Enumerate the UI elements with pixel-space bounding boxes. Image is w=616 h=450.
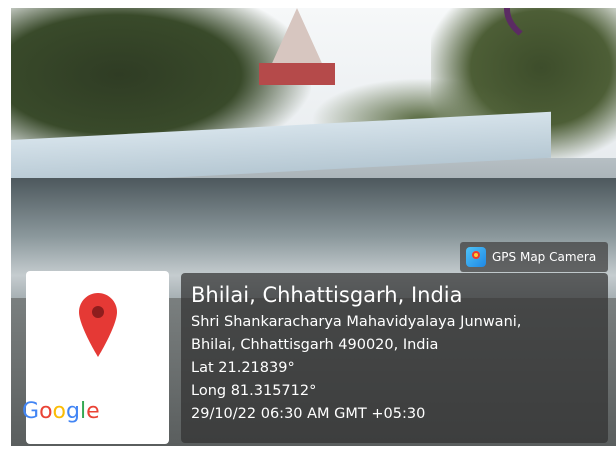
gps-badge-label: GPS Map Camera [492, 250, 597, 264]
timestamp: 29/10/22 06:30 AM GMT +05:30 [191, 406, 426, 422]
google-logo-letter: e [86, 399, 100, 424]
longitude: Long 81.315712° [191, 383, 317, 399]
temple-base [259, 63, 335, 85]
map-pin-icon [79, 293, 117, 357]
google-logo-letter: o [39, 399, 53, 424]
gps-map-camera-icon [466, 247, 486, 267]
google-logo-letter: o [52, 399, 66, 424]
google-logo-letter: G [22, 399, 40, 424]
google-logo-letter: g [66, 399, 80, 424]
latitude: Lat 21.21839° [191, 360, 295, 376]
map-thumbnail: Google [22, 271, 169, 444]
city-title: Bhilai, Chhattisgarh, India [191, 283, 463, 307]
address-line-1: Shri Shankaracharya Mahavidyalaya Junwan… [191, 314, 522, 330]
address-line-2: Bhilai, Chhattisgarh 490020, India [191, 337, 439, 353]
location-info-panel: Bhilai, Chhattisgarh, India Shri Shankar… [181, 273, 608, 443]
temple-spire [269, 8, 325, 70]
gps-map-camera-badge: GPS Map Camera [460, 242, 608, 272]
google-logo: Google [22, 399, 100, 424]
